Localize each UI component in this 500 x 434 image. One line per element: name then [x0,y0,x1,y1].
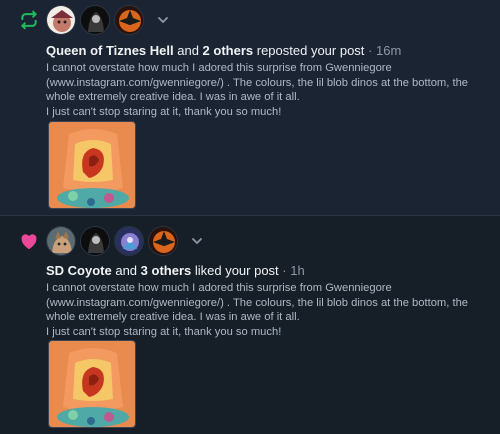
chevron-down-icon[interactable] [188,232,206,250]
repost-icon [18,9,40,31]
actor-name[interactable]: SD Coyote [46,263,112,278]
avatar-group [46,226,206,256]
notification-headline: SD Coyote and 3 others liked your post ·… [46,263,305,278]
notification-like[interactable]: SD Coyote and 3 others liked your post ·… [0,217,500,434]
chevron-down-icon[interactable] [154,11,172,29]
avatar[interactable] [114,5,144,35]
post-image-thumbnail[interactable] [48,121,136,209]
notification-repost[interactable]: Queen of Tiznes Hell and 2 others repost… [0,0,500,216]
avatar[interactable] [80,5,110,35]
timestamp: · 1h [282,263,305,278]
avatar-group [46,5,172,35]
others-count[interactable]: 3 others [141,263,192,278]
post-text: I cannot overstate how much I adored thi… [46,62,469,118]
avatar[interactable] [114,226,144,256]
notification-headline: Queen of Tiznes Hell and 2 others repost… [46,43,402,58]
post-text: I cannot overstate how much I adored thi… [46,282,469,338]
others-count[interactable]: 2 others [203,43,254,58]
timestamp: · 16m [368,43,402,58]
avatar[interactable] [46,5,76,35]
heart-icon [18,230,40,252]
actor-name[interactable]: Queen of Tiznes Hell [46,43,174,58]
post-image-thumbnail[interactable] [48,340,136,428]
avatar[interactable] [80,226,110,256]
avatar[interactable] [46,226,76,256]
avatar[interactable] [148,226,178,256]
